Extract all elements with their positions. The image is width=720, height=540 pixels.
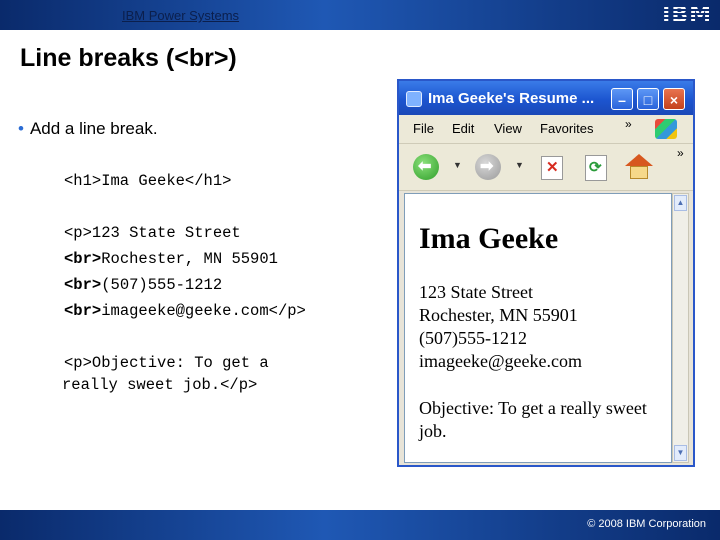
code-p1-line1: <p>123 State Street [64,224,241,242]
code-text: (507)555-1212 [101,276,223,294]
address-line: imageeke@geeke.com [419,351,582,371]
vertical-scrollbar[interactable]: ▲ ▼ [672,193,689,463]
brand-text: IBM Power Systems [122,8,240,23]
scroll-down-icon[interactable]: ▼ [674,445,687,461]
forward-dropdown-icon[interactable]: ▼ [515,160,524,170]
window-title: Ima Geeke's Resume ... [428,90,595,107]
back-dropdown-icon[interactable]: ▼ [453,160,462,170]
home-button[interactable] [625,154,653,180]
window-titlebar[interactable]: Ima Geeke's Resume ... – □ × [399,81,693,115]
ie-icon [406,91,422,107]
scroll-up-icon[interactable]: ▲ [674,195,687,211]
ibm-logo: IBM [662,3,712,28]
minimize-button[interactable]: – [611,88,633,110]
footer-bar: © 2008 IBM Corporation [0,510,720,540]
toolbar-overflow-icon[interactable]: » [677,146,684,160]
address-line: Rochester, MN 55901 [419,305,578,325]
code-p1-line4: <br>imageeke@geeke.com</p> [64,302,306,320]
content-heading: Ima Geeke [419,222,559,255]
code-text: imageeke@geeke.com</p> [101,302,306,320]
copyright-text: © 2008 IBM Corporation [587,518,706,530]
code-text: Rochester, MN 55901 [101,250,278,268]
refresh-icon: ⟳ [589,159,602,176]
back-arrow-icon: ⬅ [418,158,432,175]
browser-window: Ima Geeke's Resume ... – □ × File Edit V… [397,79,695,467]
objective-line: job. [419,421,447,441]
code-p2-line1: <p>Objective: To get a [64,354,269,372]
close-button[interactable]: × [663,88,685,110]
code-h1-line: <h1>Ima Geeke</h1> [64,172,232,190]
code-p1-line3: <br>(507)555-1212 [64,276,222,294]
menu-bar: File Edit View Favorites » [399,115,693,144]
slide-title: Line breaks (<br>) [20,44,237,72]
stop-button[interactable]: ✕ [541,156,563,180]
header-bar: IBM Power Systems IBM [0,0,720,30]
menu-edit[interactable]: Edit [452,121,474,136]
br-tag: <br> [64,302,102,320]
objective-line: Objective: To get a really sweet [419,398,647,418]
maximize-icon: □ [643,92,653,108]
br-tag: <br> [64,250,102,268]
menu-favorites[interactable]: Favorites [540,121,593,136]
toolbar: ⬅ ▼ ➡ ▼ ✕ ⟳ » [399,144,693,191]
menu-file[interactable]: File [413,121,434,136]
home-icon-base [630,166,648,179]
code-p2-line2: really sweet job.</p> [62,376,258,394]
page-content: Ima Geeke 123 State Street Rochester, MN… [404,193,672,463]
close-icon: × [669,92,679,108]
address-line: 123 State Street [419,282,533,302]
refresh-button[interactable]: ⟳ [585,155,607,181]
bullet-dot-icon: • [18,119,24,138]
address-line: (507)555-1212 [419,328,527,348]
code-p1-line2: <br>Rochester, MN 55901 [64,250,278,268]
home-icon [625,154,653,166]
windows-logo-icon [655,119,677,139]
stop-icon: ✕ [546,159,559,176]
minimize-icon: – [618,92,626,108]
bullet-item: • Add a line break. [18,119,158,139]
menu-view[interactable]: View [494,121,522,136]
menu-overflow-icon[interactable]: » [625,117,632,131]
bullet-text: Add a line break. [29,119,158,138]
maximize-button[interactable]: □ [637,88,659,110]
forward-arrow-icon: ➡ [480,158,494,175]
br-tag: <br> [64,276,102,294]
